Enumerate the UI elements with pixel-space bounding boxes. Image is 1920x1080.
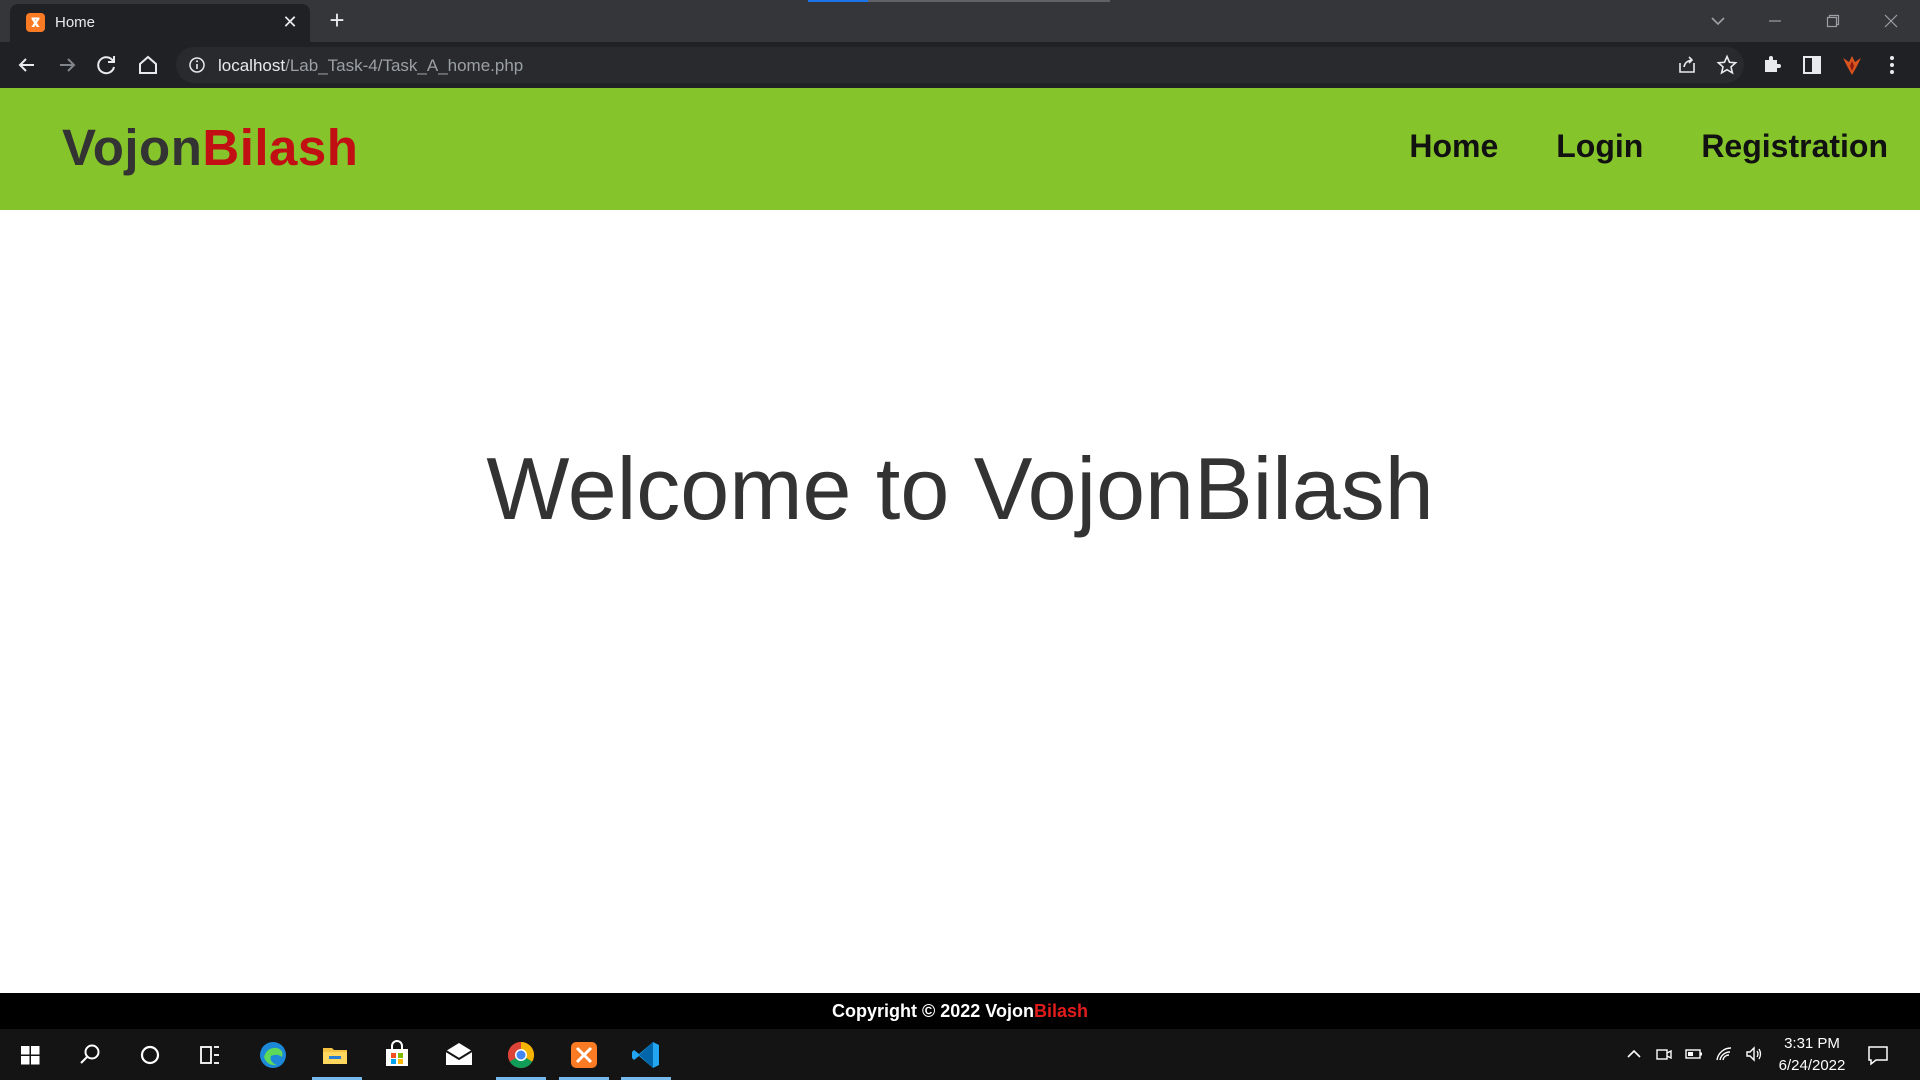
welcome-heading: Welcome to VojonBilash	[486, 439, 1434, 538]
battery-icon[interactable]	[1684, 1044, 1704, 1064]
chrome-icon[interactable]	[503, 1037, 539, 1073]
tab-search-icon[interactable]	[1706, 9, 1730, 33]
new-tab-button[interactable]: +	[324, 7, 350, 34]
task-view-icon[interactable]	[192, 1037, 228, 1073]
file-explorer-icon[interactable]	[317, 1037, 353, 1073]
xampp-favicon-icon: ⴳ	[26, 13, 45, 32]
xampp-icon[interactable]	[566, 1037, 602, 1073]
tab-strip-accent-2	[868, 0, 1110, 2]
logo-part-vojon: Vojon	[62, 119, 203, 176]
clock-date: 6/24/2022	[1778, 1057, 1846, 1074]
show-hidden-icons-chevron-icon[interactable]	[1624, 1044, 1644, 1064]
profile-avatar-icon[interactable]	[1838, 51, 1866, 79]
volume-icon[interactable]	[1744, 1044, 1764, 1064]
action-center-icon[interactable]	[1866, 1043, 1890, 1067]
chrome-menu-icon[interactable]	[1878, 51, 1906, 79]
browser-toolbar: localhost/Lab_Task-4/Task_A_home.php	[0, 42, 1920, 88]
wifi-icon[interactable]	[1714, 1044, 1734, 1064]
site-info-icon[interactable]	[188, 56, 206, 74]
minimize-window-button[interactable]	[1752, 6, 1798, 36]
meet-now-icon[interactable]	[1654, 1044, 1674, 1064]
url-text[interactable]: localhost/Lab_Task-4/Task_A_home.php	[218, 56, 523, 76]
reload-icon[interactable]	[93, 51, 121, 79]
nav-registration-link[interactable]: Registration	[1701, 128, 1888, 165]
footer-brand-bilash: Bilash	[1033, 1001, 1088, 1021]
footer-copyright-text: Copyright © 2022 Vojon	[832, 1001, 1034, 1021]
vscode-icon[interactable]	[628, 1037, 664, 1073]
windows-start-icon[interactable]	[12, 1037, 48, 1073]
tab-title: Home	[55, 14, 96, 31]
forward-arrow-icon[interactable]	[53, 51, 81, 79]
browser-tab-home[interactable]: ⴳ Home ✕	[10, 4, 310, 42]
windows-taskbar: 3:31 PM 6/24/2022	[0, 1029, 1920, 1080]
system-clock[interactable]: 3:31 PM 6/24/2022	[1770, 1033, 1854, 1077]
site-footer: Copyright © 2022 VojonBilash	[0, 993, 1920, 1029]
nav-login-link[interactable]: Login	[1556, 128, 1643, 165]
site-logo[interactable]: VojonBilash	[62, 118, 358, 177]
main-nav: Home Login Registration	[1409, 128, 1888, 165]
cortana-icon[interactable]	[132, 1037, 168, 1073]
microsoft-store-icon[interactable]	[379, 1037, 415, 1073]
side-panel-icon[interactable]	[1798, 51, 1826, 79]
tab-close-icon[interactable]: ✕	[280, 12, 300, 32]
clock-time: 3:31 PM	[1784, 1035, 1840, 1052]
address-bar[interactable]: localhost/Lab_Task-4/Task_A_home.php	[176, 47, 1744, 83]
bookmark-star-icon[interactable]	[1716, 54, 1738, 76]
home-icon[interactable]	[134, 51, 162, 79]
search-icon[interactable]	[72, 1037, 108, 1073]
nav-home-link[interactable]: Home	[1409, 128, 1498, 165]
extensions-puzzle-icon[interactable]	[1758, 51, 1786, 79]
restore-window-button[interactable]	[1810, 6, 1856, 36]
main-content: Welcome to VojonBilash	[0, 210, 1920, 993]
close-window-button[interactable]	[1868, 6, 1914, 36]
url-host: localhost	[218, 56, 286, 75]
share-icon[interactable]	[1676, 54, 1698, 76]
edge-icon[interactable]	[255, 1037, 291, 1073]
mail-icon[interactable]	[441, 1037, 477, 1073]
back-arrow-icon[interactable]	[13, 51, 41, 79]
url-path: /Lab_Task-4/Task_A_home.php	[285, 56, 524, 75]
logo-part-bilash: Bilash	[202, 119, 359, 176]
browser-tab-strip: ⴳ Home ✕ +	[0, 0, 1920, 42]
tab-strip-accent	[808, 0, 868, 2]
site-header: VojonBilash Home Login Registration	[0, 88, 1920, 210]
